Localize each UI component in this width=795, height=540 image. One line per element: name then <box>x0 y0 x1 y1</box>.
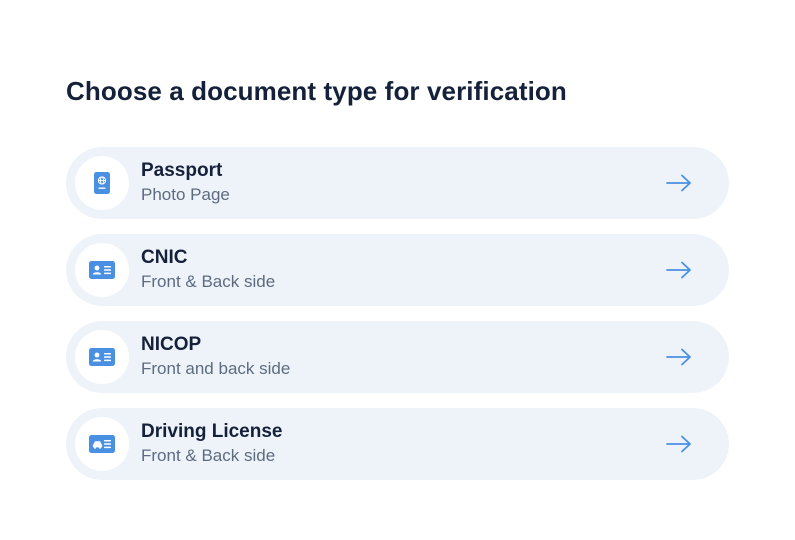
document-option-cnic[interactable]: CNIC Front & Back side <box>66 234 729 306</box>
icon-badge <box>75 417 129 471</box>
document-title: NICOP <box>141 334 202 355</box>
document-title: Driving License <box>141 421 283 442</box>
arrow-right-icon[interactable] <box>666 348 692 366</box>
icon-badge <box>75 243 129 297</box>
document-subtitle: Front & Back side <box>141 446 276 465</box>
icon-badge <box>75 330 129 384</box>
id-card-icon <box>89 261 115 279</box>
document-title: CNIC <box>141 247 188 268</box>
document-type-list: Passport Photo Page CNIC Front & Back si… <box>66 147 729 495</box>
document-option-driving-license[interactable]: Driving License Front & Back side <box>66 408 729 480</box>
document-option-nicop[interactable]: NICOP Front and back side <box>66 321 729 393</box>
icon-badge <box>75 156 129 210</box>
arrow-right-icon[interactable] <box>666 435 692 453</box>
document-title: Passport <box>141 160 223 181</box>
document-option-passport[interactable]: Passport Photo Page <box>66 147 729 219</box>
page-title: Choose a document type for verification <box>66 76 567 106</box>
document-subtitle: Front and back side <box>141 359 291 378</box>
document-subtitle: Photo Page <box>141 185 230 204</box>
driving-license-icon <box>89 435 115 453</box>
passport-icon <box>94 172 110 194</box>
id-card-icon <box>89 348 115 366</box>
arrow-right-icon[interactable] <box>666 261 692 279</box>
document-subtitle: Front & Back side <box>141 272 276 291</box>
arrow-right-icon[interactable] <box>666 174 692 192</box>
